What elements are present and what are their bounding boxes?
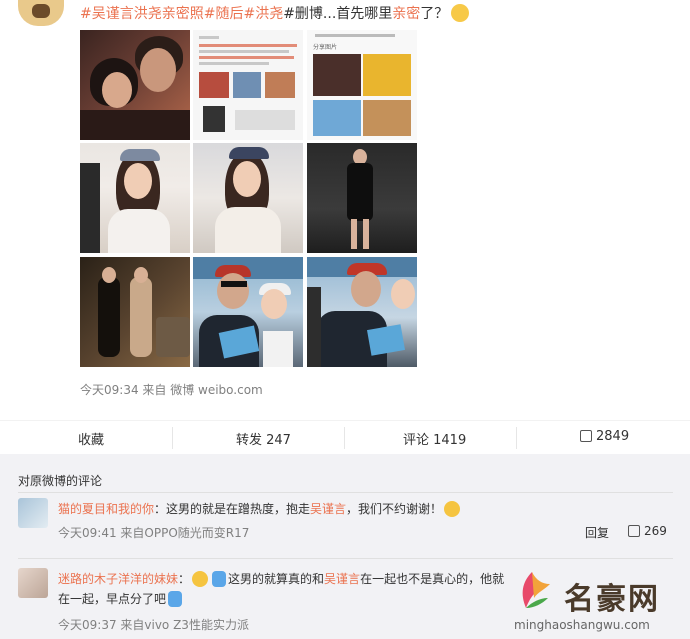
like-count: 2849 bbox=[596, 429, 630, 444]
photo-thumbnail[interactable] bbox=[193, 30, 303, 140]
smile-emoji-icon bbox=[192, 571, 209, 587]
comments-title: 对原微博的评论 bbox=[18, 474, 103, 488]
post-body-text: #删博...首先哪里 bbox=[283, 6, 393, 22]
watermark-logo-icon bbox=[522, 572, 550, 608]
hashtag-link[interactable]: #吴谨言洪尧亲密照 bbox=[80, 6, 204, 22]
cheer-emoji-icon bbox=[168, 591, 183, 607]
favorite-button[interactable]: 收藏 bbox=[78, 429, 104, 448]
comment-button[interactable]: 评论 1419 bbox=[403, 429, 466, 448]
repost-button[interactable]: 转发 247 bbox=[236, 429, 291, 448]
divider bbox=[516, 427, 517, 449]
reply-button[interactable]: 回复 bbox=[585, 524, 609, 541]
keyword-link[interactable]: 亲密 bbox=[392, 6, 420, 22]
comment-text-line2: 在一起，早点分了吧 bbox=[58, 590, 184, 608]
post-meta: 今天09:34 来自 微博 weibo.com bbox=[80, 383, 263, 397]
comment-meta: 今天09:41 来自OPPO随光而变R17 bbox=[58, 526, 250, 540]
divider bbox=[172, 427, 173, 449]
weibo-post-card: #吴谨言洪尧亲密照#随后#洪尧#删博...首先哪里亲密了？ 分享图片 今天09:… bbox=[0, 0, 690, 454]
photo-thumbnail[interactable] bbox=[193, 257, 303, 367]
photo-grid: 分享图片 bbox=[80, 30, 417, 367]
site-watermark: 名豪网 minghaoshangwu.com bbox=[512, 568, 682, 634]
hashtag-suihou[interactable]: #随后 bbox=[204, 6, 244, 22]
post-body-end: 了？ bbox=[420, 6, 449, 22]
commenter-name[interactable]: 猫的夏目和我的你 bbox=[58, 502, 154, 516]
photo-thumbnail[interactable] bbox=[307, 143, 417, 253]
photo-thumbnail[interactable] bbox=[307, 257, 417, 367]
like-button[interactable]: 2849 bbox=[580, 429, 629, 444]
comment-like-button[interactable]: 269 bbox=[628, 524, 667, 538]
user-avatar[interactable] bbox=[18, 0, 64, 26]
mention-link[interactable]: 吴谨言 bbox=[324, 572, 360, 586]
hashtag-hongyao[interactable]: #洪尧 bbox=[243, 6, 283, 22]
smile-emoji-icon bbox=[451, 4, 470, 22]
watermark-url: minghaoshangwu.com bbox=[514, 618, 650, 632]
comment-meta: 今天09:37 来自vivo Z3性能实力派 bbox=[58, 618, 249, 632]
mention-link[interactable]: 吴谨言 bbox=[310, 502, 346, 516]
comment-text: 迷路的木子洋洋的妹妹： 这男的就算真的和吴谨言在一起也不是真心的，他就 bbox=[58, 571, 505, 587]
photo-thumbnail[interactable]: 分享图片 bbox=[307, 30, 417, 140]
photo-thumbnail[interactable] bbox=[193, 143, 303, 253]
post-actions-bar: 收藏 转发 247 评论 1419 2849 bbox=[0, 420, 690, 455]
divider bbox=[18, 492, 673, 493]
photo-thumbnail[interactable] bbox=[80, 30, 190, 140]
photo-thumbnail[interactable] bbox=[80, 143, 190, 253]
comment-text: 猫的夏目和我的你：这男的就是在蹭热度，抱走吴谨言，我们不约谢谢！ bbox=[58, 500, 462, 518]
watermark-name: 名豪网 bbox=[564, 582, 660, 617]
thumbs-up-icon bbox=[628, 525, 640, 537]
commenter-avatar[interactable] bbox=[18, 568, 48, 598]
divider bbox=[344, 427, 345, 449]
smile-emoji-icon bbox=[444, 501, 461, 517]
thumbs-up-icon bbox=[580, 430, 592, 442]
commenter-name[interactable]: 迷路的木子洋洋的妹妹 bbox=[58, 572, 178, 586]
cheer-emoji-icon bbox=[212, 571, 227, 587]
divider bbox=[18, 558, 673, 559]
photo-thumbnail[interactable] bbox=[80, 257, 190, 367]
preview-header: 分享图片 bbox=[313, 44, 338, 51]
post-text: #吴谨言洪尧亲密照#随后#洪尧#删博...首先哪里亲密了？ bbox=[80, 4, 470, 24]
commenter-avatar[interactable] bbox=[18, 498, 48, 528]
